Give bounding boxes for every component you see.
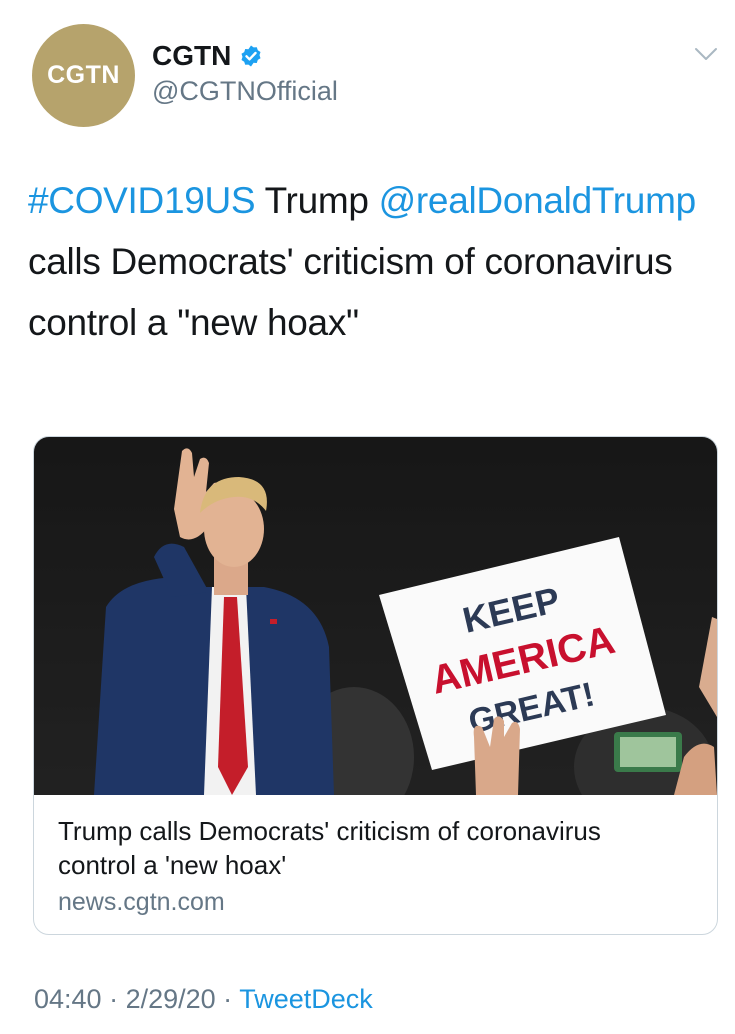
tweet-text-part: calls Democrats' criticism of coronaviru…	[28, 241, 673, 343]
card-title[interactable]: Trump calls Democrats' criticism of coro…	[58, 814, 678, 882]
link-card[interactable]: KEEP AMERICA GREAT! Trump calls Democrat…	[33, 436, 718, 935]
card-image: KEEP AMERICA GREAT!	[34, 437, 717, 795]
card-domain: news.cgtn.com	[58, 888, 225, 916]
footer-separator: ·	[101, 984, 126, 1014]
mention-link[interactable]: @realDonaldTrump	[379, 180, 697, 221]
footer-separator: ·	[215, 984, 240, 1014]
author-name-row: CGTN	[152, 40, 263, 72]
tweet-date[interactable]: 2/29/20	[126, 984, 216, 1014]
avatar[interactable]: CGTN	[32, 24, 135, 127]
avatar-logo-text: CGTN	[47, 61, 120, 89]
author-display-name[interactable]: CGTN	[152, 40, 231, 72]
hashtag-link[interactable]: #COVID19US	[28, 180, 256, 221]
tweet-text: #COVID19US Trump @realDonaldTrump calls …	[28, 170, 718, 353]
verified-badge-icon	[241, 45, 261, 67]
tweet-time[interactable]: 04:40	[34, 984, 102, 1014]
chevron-down-icon[interactable]	[694, 46, 718, 62]
tweet-footer: 04:40 · 2/29/20 · TweetDeck	[34, 984, 373, 1015]
author-handle[interactable]: @CGTNOfficial	[152, 76, 338, 107]
tweet-text-part: Trump	[255, 180, 379, 221]
tweet-source-link[interactable]: TweetDeck	[239, 984, 373, 1014]
